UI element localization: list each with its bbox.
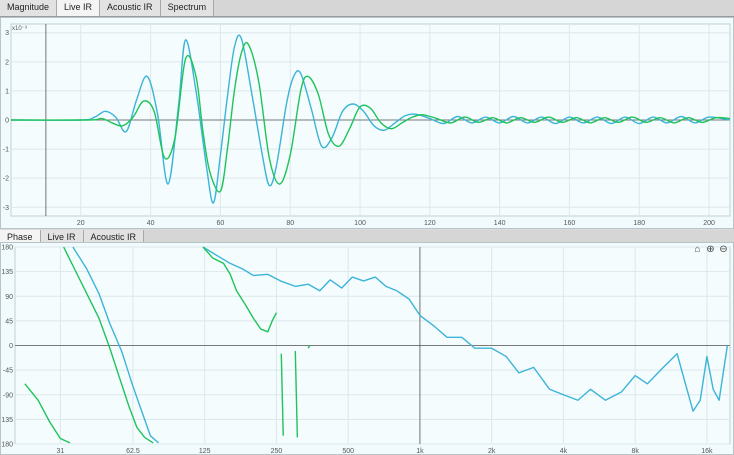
x-tick-label: 120: [424, 220, 436, 227]
x-tick-label: 62.5: [126, 448, 140, 454]
y-tick-label: -135: [1, 417, 13, 424]
tab-live-ir[interactable]: Live IR: [57, 0, 101, 16]
y-tick-label: -3: [3, 205, 9, 212]
y-tick-label: 180: [1, 245, 13, 252]
y-tick-label: 135: [1, 269, 13, 276]
x-tick-label: 200: [703, 220, 715, 227]
x-tick-label: 125: [199, 448, 211, 454]
home-icon[interactable]: ⌂: [692, 244, 703, 255]
y-tick-label: -90: [3, 392, 13, 399]
y-tick-label: 0: [9, 343, 13, 350]
x-tick-label: 4k: [560, 448, 568, 454]
top-tab-bar: Magnitude Live IR Acoustic IR Spectrum: [0, 0, 734, 17]
y-tick-label: -180: [1, 442, 13, 449]
tab-magnitude[interactable]: Magnitude: [0, 0, 58, 16]
y-exponent-label: x10⁻³: [12, 26, 27, 32]
tab-acoustic-ir[interactable]: Acoustic IR: [100, 0, 161, 16]
x-tick-label: 2k: [488, 448, 496, 454]
phase-panel: 31 62.5 125 250 500 1k 2k 4k 8k 16k 180 135 90 45 0 -45…: [0, 242, 734, 455]
y-tick-label: 90: [5, 294, 13, 301]
x-tick-label: 250: [271, 448, 283, 454]
x-tick-label: 31: [56, 448, 64, 454]
phase-chart[interactable]: 31 62.5 125 250 500 1k 2k 4k 8k 16k 180 135 90 45 0 -45…: [1, 243, 733, 454]
y-tick-label: -45: [3, 368, 13, 375]
x-tick-label: 16k: [701, 448, 713, 454]
y-tick-label: -1: [3, 147, 9, 154]
y-tick-label: 1: [5, 88, 9, 95]
y-tick-label: 3: [5, 30, 9, 37]
zoom-out-icon[interactable]: ⊖: [718, 244, 729, 255]
y-tick-label: -2: [3, 176, 9, 183]
x-tick-label: 140: [494, 220, 506, 227]
x-tick-label: 80: [286, 220, 294, 227]
x-tick-label: 8k: [631, 448, 639, 454]
live-ir-panel: 20 40 60 80 100 120 140 160 180 200 3 2 1 0 -1 -2 -3 x10⁻…: [0, 17, 734, 229]
x-tick-label: 160: [564, 220, 576, 227]
x-tick-label: 500: [342, 448, 354, 454]
x-tick-label: 40: [147, 220, 155, 227]
x-tick-label: 20: [77, 220, 85, 227]
x-tick-label: 60: [217, 220, 225, 227]
y-tick-label: 0: [5, 118, 9, 125]
tab-spectrum[interactable]: Spectrum: [160, 0, 215, 16]
x-tick-label: 1k: [416, 448, 424, 454]
y-tick-label: 45: [5, 318, 13, 325]
zoom-in-icon[interactable]: ⊕: [705, 244, 716, 255]
x-tick-label: 180: [633, 220, 645, 227]
x-tick-label: 100: [354, 220, 366, 227]
y-tick-label: 2: [5, 59, 9, 66]
chart-toolbar: ⌂ ⊕ ⊖: [692, 244, 729, 255]
impulse-response-chart[interactable]: 20 40 60 80 100 120 140 160 180 200 3 2 1 0 -1 -2 -3 x10⁻…: [1, 18, 733, 228]
